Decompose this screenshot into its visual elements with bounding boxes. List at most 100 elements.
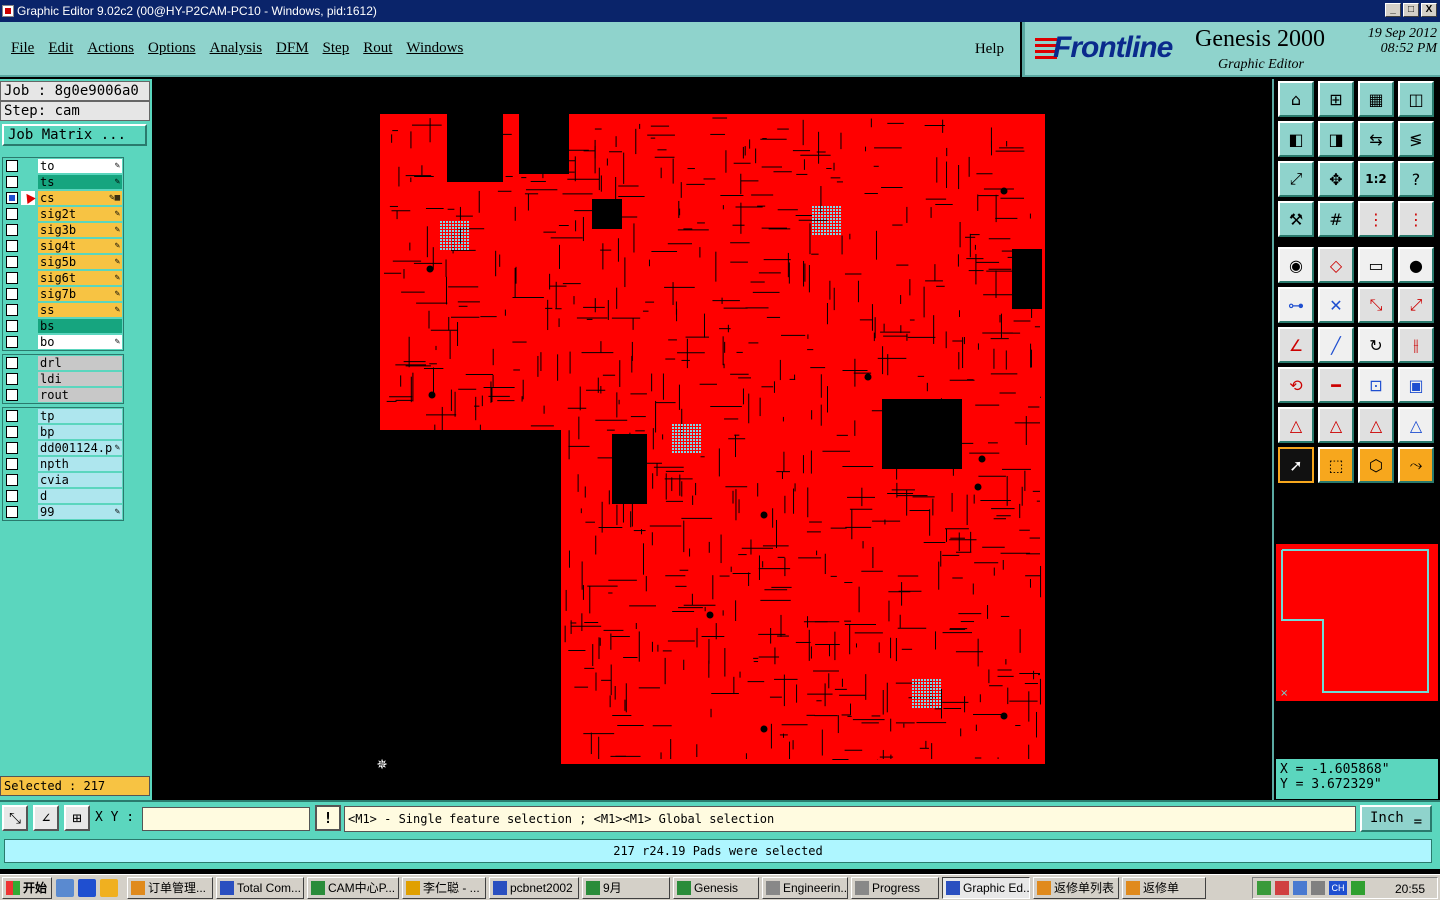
layer-work-marker[interactable] xyxy=(21,425,35,439)
pcb-board-view[interactable] xyxy=(152,79,1272,800)
layer-work-marker[interactable] xyxy=(21,271,35,285)
toggle-view-icon[interactable]: ⇆ xyxy=(1358,121,1394,157)
help-query-icon[interactable]: ? xyxy=(1398,161,1434,197)
layer-row-to[interactable]: to ✎ xyxy=(3,158,123,174)
xy-coordinate-input[interactable] xyxy=(142,807,310,831)
layer-work-marker[interactable] xyxy=(21,473,35,487)
add-text-icon[interactable]: ▭ xyxy=(1358,247,1394,283)
window-zoom-icon[interactable]: ◫ xyxy=(1398,81,1434,117)
layer-row-sig3b[interactable]: sig3b ✎ xyxy=(3,222,123,238)
layer-checkbox[interactable] xyxy=(6,410,18,422)
layer-checkbox[interactable] xyxy=(6,426,18,438)
layer-row-dd001124-p[interactable]: dd001124.p ✎ xyxy=(3,440,123,456)
layer-row-ldi[interactable]: ldi xyxy=(3,371,123,387)
layer-checkbox[interactable] xyxy=(6,272,18,284)
layer-name[interactable]: bp xyxy=(38,425,122,439)
layer-checkbox[interactable] xyxy=(6,176,18,188)
taskbar-item[interactable]: 9月 xyxy=(582,876,670,899)
swap-icon[interactable]: ≶ xyxy=(1398,121,1434,157)
layer-work-marker[interactable] xyxy=(21,388,35,402)
layer-row-d[interactable]: d xyxy=(3,488,123,504)
layer-checkbox[interactable] xyxy=(6,458,18,470)
graphic-canvas[interactable]: ✵ xyxy=(152,79,1272,800)
layer-row-sig4t[interactable]: sig4t ✎ xyxy=(3,238,123,254)
maximize-button[interactable]: □ xyxy=(1403,3,1419,17)
menu-options[interactable]: Options xyxy=(148,40,196,57)
layer-checkbox[interactable] xyxy=(6,208,18,220)
layer-checkbox[interactable] xyxy=(6,192,18,204)
triangle-up-icon[interactable]: △ xyxy=(1318,407,1354,443)
layer-name[interactable]: d xyxy=(38,489,122,503)
layer-checkbox[interactable] xyxy=(6,288,18,300)
layer-checkbox[interactable] xyxy=(6,160,18,172)
layer-name[interactable]: sig5b ✎ xyxy=(38,255,122,269)
layer-work-marker[interactable] xyxy=(21,159,35,173)
layer-name[interactable]: sig7b ✎ xyxy=(38,287,122,301)
layer-work-marker[interactable] xyxy=(21,207,35,221)
layer-row-bo[interactable]: bo ✎ xyxy=(3,334,123,350)
layer-work-marker[interactable] xyxy=(21,287,35,301)
close-button[interactable]: X xyxy=(1421,3,1437,17)
layer-row-rout[interactable]: rout xyxy=(3,387,123,403)
layer-work-marker[interactable] xyxy=(21,489,35,503)
layer-name[interactable]: dd001124.p ✎ xyxy=(38,441,122,455)
taskbar-item[interactable]: 返修单 xyxy=(1122,876,1206,899)
cut-icon[interactable]: ✕ xyxy=(1318,287,1354,323)
taskbar-item[interactable]: 李仁聪 - ... xyxy=(402,876,486,899)
layer-name[interactable]: rout xyxy=(38,388,122,402)
add-pad-icon[interactable]: ◉ xyxy=(1278,247,1314,283)
layer-work-marker[interactable] xyxy=(21,505,35,519)
warning-icon[interactable]: ! xyxy=(315,805,341,831)
taskbar-item[interactable]: 返修单列表 xyxy=(1033,876,1119,899)
menu-edit[interactable]: Edit xyxy=(48,40,73,57)
layer-row-sig6t[interactable]: sig6t ✎ xyxy=(3,270,123,286)
pan-left-icon[interactable]: ◧ xyxy=(1278,121,1314,157)
layer-name[interactable]: ss ✎ xyxy=(38,303,122,317)
taskbar-item[interactable]: CAM中心P... xyxy=(307,876,399,899)
layer-work-marker[interactable] xyxy=(21,356,35,370)
add-line-icon[interactable]: ╱ xyxy=(1318,327,1354,363)
fit-screen-icon[interactable]: ⤢ xyxy=(1278,161,1314,197)
job-matrix-button[interactable]: Job Matrix ... xyxy=(2,124,147,146)
layer-row-ss[interactable]: ss ✎ xyxy=(3,302,123,318)
layer-name[interactable]: tp xyxy=(38,409,122,423)
layer-checkbox[interactable] xyxy=(6,336,18,348)
layer-checkbox[interactable] xyxy=(6,373,18,385)
tray-network-icon[interactable] xyxy=(1257,881,1271,895)
layer-name[interactable]: bs xyxy=(38,319,122,333)
tray-volume-icon[interactable] xyxy=(1293,881,1307,895)
select-polygon-icon[interactable]: ⬡ xyxy=(1358,447,1394,483)
zoom-home-icon[interactable]: ⌂ xyxy=(1278,81,1314,117)
minimize-button[interactable]: _ xyxy=(1385,3,1401,17)
layer-checkbox[interactable] xyxy=(6,320,18,332)
layer-name[interactable]: sig3b ✎ xyxy=(38,223,122,237)
triangle-span-icon[interactable]: △ xyxy=(1398,407,1434,443)
layer-name[interactable]: ldi xyxy=(38,372,122,386)
menu-step[interactable]: Step xyxy=(323,40,350,57)
tray-tools-icon[interactable] xyxy=(1311,881,1325,895)
layer-work-marker[interactable] xyxy=(21,239,35,253)
layer-checkbox[interactable] xyxy=(6,357,18,369)
tray-antivirus-icon[interactable] xyxy=(1275,881,1289,895)
layer-row-cvia[interactable]: cvia xyxy=(3,472,123,488)
layer-work-marker[interactable] xyxy=(21,175,35,189)
merge-icon[interactable]: ▣ xyxy=(1398,367,1434,403)
layer-work-marker[interactable] xyxy=(21,255,35,269)
layer-checkbox[interactable] xyxy=(6,442,18,454)
quicklaunch-ie-icon[interactable] xyxy=(78,878,96,897)
layer-name[interactable]: cvia xyxy=(38,473,122,487)
line-break-icon[interactable]: ━ xyxy=(1318,367,1354,403)
layer-name[interactable]: sig4t ✎ xyxy=(38,239,122,253)
grid-snap-icon[interactable]: ⊞ xyxy=(64,805,90,831)
select-box-icon[interactable]: ⬚ xyxy=(1318,447,1354,483)
add-angle-icon[interactable]: ∠ xyxy=(1278,327,1314,363)
taskbar-item[interactable]: Total Com... xyxy=(216,876,304,899)
triangle-measure-icon[interactable]: △ xyxy=(1278,407,1314,443)
layer-work-marker[interactable] xyxy=(21,409,35,423)
layer-name[interactable]: ts ✎ xyxy=(38,175,122,189)
menu-help[interactable]: Help xyxy=(975,41,1004,58)
taskbar-item[interactable]: pcbnet2002 xyxy=(489,876,579,899)
layer-work-marker[interactable] xyxy=(21,335,35,349)
snap-mode-icon[interactable]: ⤡ xyxy=(2,805,28,831)
snap-off-icon[interactable]: ⋮ xyxy=(1398,201,1434,237)
